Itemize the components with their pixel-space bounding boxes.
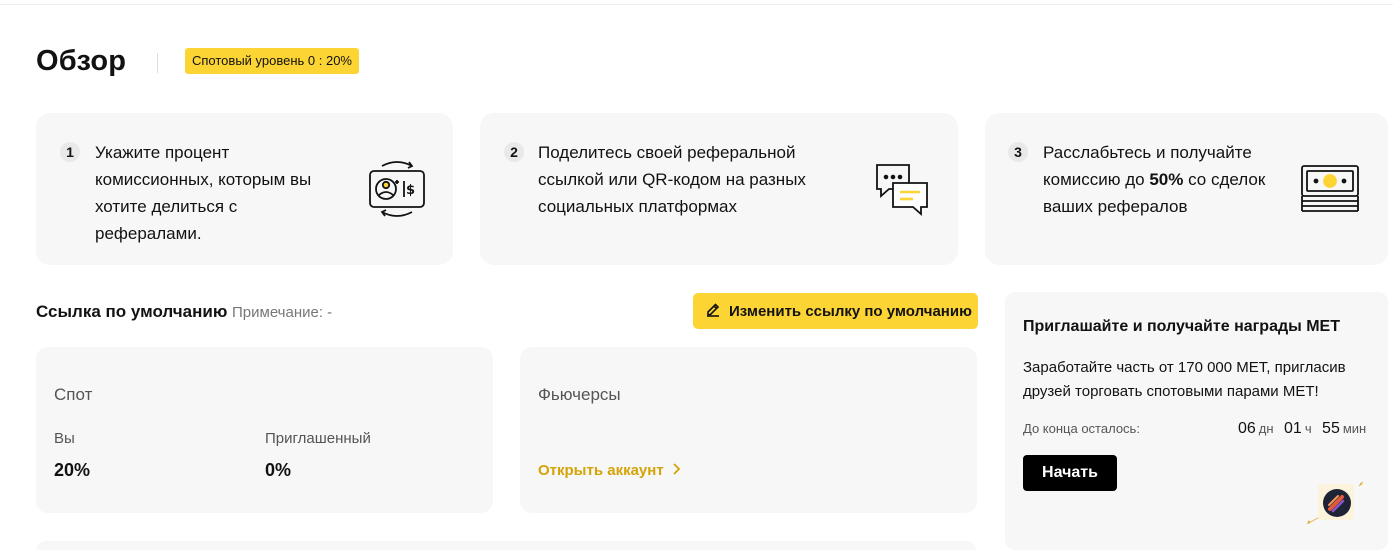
step-card-3: 3 Расслабьтесь и получайте комиссию до 5…	[985, 113, 1388, 265]
time-left-label: До конца осталось:	[1023, 421, 1140, 436]
default-link-title: Ссылка по умолчанию	[36, 302, 228, 321]
days-unit: дн	[1258, 421, 1274, 436]
chat-bubbles-icon	[873, 161, 933, 224]
promo-title: Приглашайте и получайте награды MET	[1023, 318, 1340, 335]
chevron-right-icon	[672, 462, 680, 479]
minutes-unit: мин	[1342, 421, 1367, 436]
step-card-2: 2 Поделитесь своей реферальной ссылкой и…	[480, 113, 958, 265]
spot-level-badge: Спотовый уровень 0 : 20%	[185, 48, 359, 74]
you-label: Вы	[54, 430, 75, 447]
title-divider	[157, 53, 158, 73]
rocket-token-icon	[1297, 480, 1377, 535]
top-divider	[0, 4, 1393, 5]
default-link-note: Примечание: -	[232, 304, 333, 321]
spot-title: Спот	[54, 385, 93, 404]
spot-card: Спот Вы 20% Приглашенный 0%	[36, 347, 493, 513]
next-card-edge	[36, 541, 976, 550]
money-stack-icon	[1299, 162, 1361, 223]
pencil-icon	[705, 301, 721, 321]
start-button[interactable]: Начать	[1023, 455, 1117, 491]
step-number: 3	[1008, 142, 1028, 162]
step-text: Укажите процент комиссионных, которым вы…	[95, 143, 312, 243]
futures-title: Фьючерсы	[538, 385, 621, 404]
step-number: 2	[504, 142, 524, 162]
step-number: 1	[60, 142, 80, 162]
countdown-hours: 01	[1284, 420, 1302, 437]
step-text: Расслабьтесь и получайте комиссию до 50%…	[1043, 143, 1266, 216]
countdown: 06 дн 01 ч 55 мин	[1238, 420, 1372, 438]
open-account-label: Открыть аккаунт	[538, 462, 664, 479]
countdown-minutes: 55	[1322, 420, 1340, 437]
open-account-link[interactable]: Открыть аккаунт	[538, 462, 680, 479]
futures-card: Фьючерсы Открыть аккаунт	[520, 347, 977, 513]
invited-value: 0%	[265, 460, 292, 480]
hours-unit: ч	[1304, 421, 1312, 436]
svg-text:$: $	[406, 183, 415, 198]
percent-exchange-icon: $	[366, 158, 428, 225]
you-value: 20%	[54, 460, 91, 480]
page-title: Обзор	[36, 45, 127, 77]
edit-default-link-button[interactable]: Изменить ссылку по умолчанию	[693, 293, 978, 329]
promo-card: Приглашайте и получайте награды MET Зара…	[1005, 292, 1388, 550]
countdown-days: 06	[1238, 420, 1256, 437]
edit-default-link-label: Изменить ссылку по умолчанию	[729, 302, 972, 320]
invited-label: Приглашенный	[265, 430, 371, 447]
step-text: Поделитесь своей реферальной ссылкой или…	[538, 143, 806, 216]
promo-text: Заработайте часть от 170 000 MET, пригла…	[1023, 359, 1346, 400]
step-card-1: 1 Укажите процент комиссионных, которым …	[36, 113, 453, 265]
